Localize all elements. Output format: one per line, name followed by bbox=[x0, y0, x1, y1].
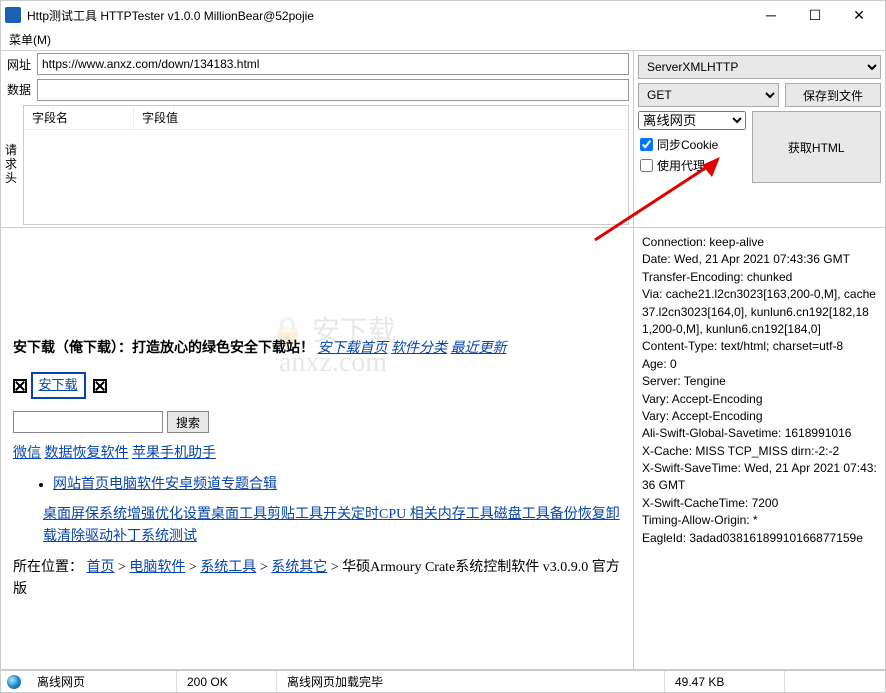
url-input[interactable] bbox=[37, 53, 629, 75]
breadcrumb-link[interactable]: 首页 bbox=[87, 560, 115, 575]
status-empty bbox=[785, 671, 885, 692]
breadcrumb-label: 所在位置： bbox=[13, 560, 83, 575]
headers-side-label: 请求头 bbox=[5, 103, 19, 225]
col-value: 字段值 bbox=[134, 106, 186, 129]
menu-item[interactable]: 菜单(M) bbox=[9, 31, 51, 48]
search-input[interactable] bbox=[13, 411, 163, 433]
page-mode-select[interactable]: 离线网页 bbox=[638, 111, 746, 130]
close-button[interactable]: ✕ bbox=[837, 1, 881, 29]
title-bar: Http测试工具 HTTPTester v1.0.0 MillionBear@5… bbox=[1, 1, 885, 29]
url-label: 网址 bbox=[5, 56, 33, 73]
request-left: 网址 数据 请求头 字段名 字段值 bbox=[1, 51, 633, 227]
status-mode: 离线网页 bbox=[27, 671, 177, 692]
x-icon bbox=[13, 379, 27, 393]
status-bar: 离线网页 200 OK 离线网页加载完毕 49.47 KB bbox=[1, 670, 885, 692]
x-icon bbox=[93, 379, 107, 393]
window-title: Http测试工具 HTTPTester v1.0.0 MillionBear@5… bbox=[27, 7, 749, 24]
get-html-button[interactable]: 获取HTML bbox=[752, 111, 882, 183]
link[interactable]: 网站首页电脑软件安卓频道专题合辑 bbox=[53, 477, 277, 492]
nav-link[interactable]: 安下载首页 bbox=[318, 341, 388, 356]
globe-icon bbox=[7, 675, 21, 689]
maximize-button[interactable]: ☐ bbox=[793, 1, 837, 29]
headers-table[interactable]: 字段名 字段值 bbox=[23, 105, 629, 225]
search-button[interactable]: 搜索 bbox=[167, 411, 209, 433]
status-code: 200 OK bbox=[177, 671, 277, 692]
link[interactable]: 微信 bbox=[13, 446, 41, 461]
breadcrumb-link[interactable]: 系统工具 bbox=[200, 560, 256, 575]
data-label: 数据 bbox=[5, 79, 33, 98]
link[interactable]: 桌面屏保系统增强优化设置桌面工具剪贴工具开关定时CPU 相关内存工具磁盘工具备份… bbox=[43, 507, 620, 544]
response-panel: 🔒 安下载 anxz.com 安下载（俺下载）：打造放心的绿色安全下载站！ 安下… bbox=[1, 228, 885, 670]
html-preview[interactable]: 🔒 安下载 anxz.com 安下载（俺下载）：打造放心的绿色安全下载站！ 安下… bbox=[1, 228, 633, 669]
use-proxy-checkbox[interactable] bbox=[640, 159, 653, 172]
response-headers[interactable]: Connection: keep-alive Date: Wed, 21 Apr… bbox=[633, 228, 885, 669]
site-headline: 安下载（俺下载）：打造放心的绿色安全下载站！ bbox=[13, 341, 314, 356]
minimize-button[interactable]: ─ bbox=[749, 1, 793, 29]
download-box-link[interactable]: 安下载 bbox=[31, 372, 86, 399]
app-icon bbox=[5, 7, 21, 23]
server-select[interactable]: ServerXMLHTTP bbox=[638, 55, 881, 79]
sync-cookie-checkbox[interactable] bbox=[640, 138, 653, 151]
breadcrumb-link[interactable]: 电脑软件 bbox=[129, 560, 185, 575]
link[interactable]: 数据恢复软件 bbox=[45, 446, 129, 461]
sync-cookie-check[interactable]: 同步Cookie bbox=[640, 136, 744, 153]
request-panel: 网址 数据 请求头 字段名 字段值 bbox=[1, 51, 885, 228]
breadcrumb-link[interactable]: 系统其它 bbox=[271, 560, 327, 575]
menu-bar: 菜单(M) bbox=[1, 29, 885, 51]
method-select[interactable]: GET bbox=[638, 83, 779, 107]
request-right: ServerXMLHTTP GET 保存到文件 离线网页 同步Cookie bbox=[633, 51, 885, 227]
nav-link[interactable]: 最近更新 bbox=[451, 341, 507, 356]
col-name: 字段名 bbox=[24, 106, 134, 129]
data-input[interactable] bbox=[37, 79, 629, 101]
use-proxy-check[interactable]: 使用代理 bbox=[640, 157, 744, 174]
status-message: 离线网页加载完毕 bbox=[277, 671, 665, 692]
save-to-file-button[interactable]: 保存到文件 bbox=[785, 83, 881, 107]
status-size: 49.47 KB bbox=[665, 671, 785, 692]
nav-link[interactable]: 软件分类 bbox=[391, 341, 447, 356]
link[interactable]: 苹果手机助手 bbox=[132, 446, 216, 461]
